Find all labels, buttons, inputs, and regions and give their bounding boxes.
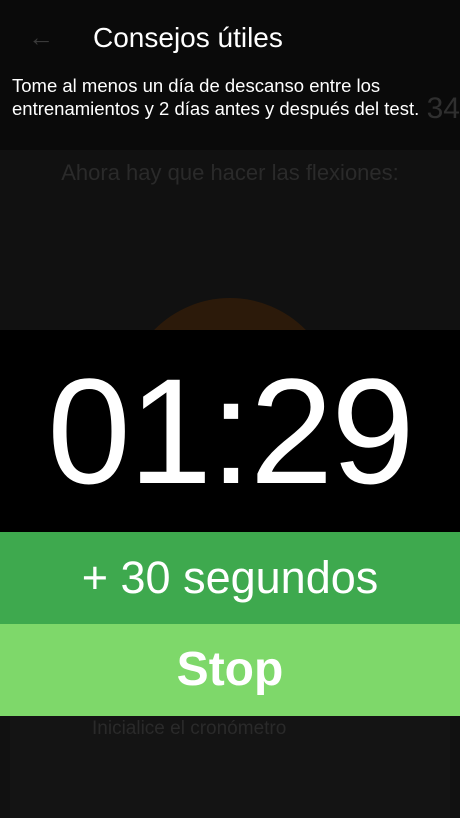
timer-panel: 01:29	[0, 330, 460, 532]
tips-toolbar: Consejos útiles	[0, 0, 460, 78]
stop-button[interactable]: Stop	[0, 624, 460, 716]
tip-text: Tome al menos un día de descanso entre l…	[12, 75, 420, 119]
timer-display: 01:29	[47, 347, 414, 515]
background-hint: Inicialice el cronómetro	[92, 718, 287, 739]
add-30-seconds-button[interactable]: + 30 segundos	[0, 532, 460, 624]
page-title: Consejos útiles	[93, 22, 283, 53]
background-instruction: Ahora hay que hacer las flexiones:	[61, 160, 399, 185]
